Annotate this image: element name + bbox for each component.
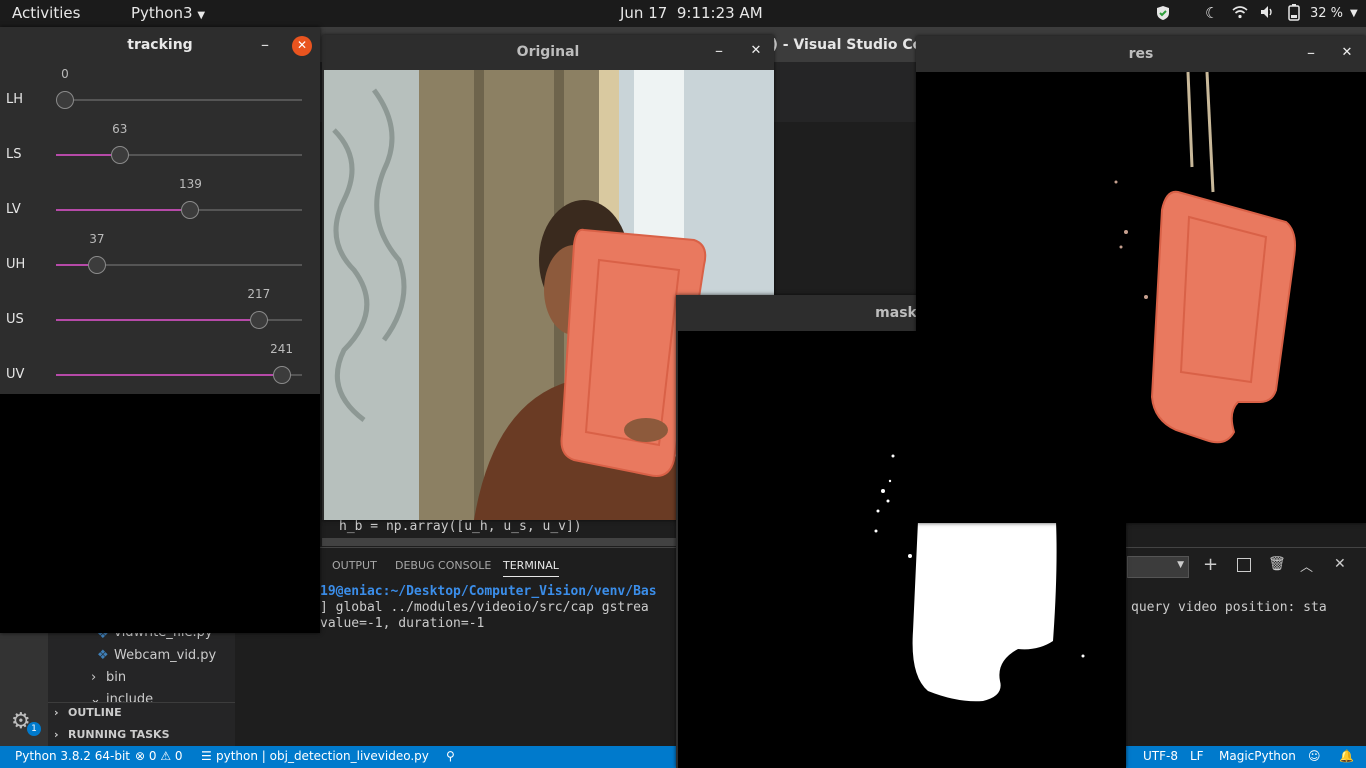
chevron-right-icon: ›: [54, 706, 59, 719]
slider-value: 241: [270, 342, 294, 356]
slider-value: 37: [89, 232, 105, 246]
chevron-down-icon: ▼: [1177, 560, 1184, 570]
slider-knob[interactable]: [56, 91, 74, 109]
slider-value: 0: [61, 67, 69, 81]
slider-label: US: [6, 312, 24, 327]
eol[interactable]: LF: [1190, 749, 1204, 763]
add-terminal-icon[interactable]: +: [1203, 554, 1218, 575]
top-bar: Activities Python3 ▼ Jun 17 9:11:23 AM ☾…: [0, 0, 1366, 27]
terminal-prompt: 19@eniac:~/Desktop/Computer_Vision/venv/…: [320, 584, 657, 599]
tracking-window[interactable]: tracking – ✕ LH 0 LS 63 LV 139 UH 37 US 217 UV 241: [0, 27, 320, 633]
terminal-line: value=-1, duration=-1: [320, 616, 485, 631]
slider-fill: [56, 374, 273, 376]
explorer-file[interactable]: Webcam_vid.py: [114, 648, 216, 663]
notification-badge: 1: [27, 722, 41, 736]
wifi-icon[interactable]: [1232, 5, 1248, 23]
python-interpreter[interactable]: Python 3.8.2 64-bit: [15, 749, 130, 763]
window-title: Original: [516, 44, 580, 60]
slider-value: 139: [178, 177, 202, 191]
outline-section[interactable]: OUTLINE: [68, 706, 122, 719]
tab-output[interactable]: OUTPUT: [332, 559, 377, 572]
app-menu[interactable]: Python3 ▼: [131, 4, 205, 22]
slider-label: UH: [6, 257, 26, 272]
result-image: [916, 72, 1366, 523]
date-label: Jun 17: [620, 4, 668, 22]
slider-knob[interactable]: [110, 146, 129, 164]
volume-icon[interactable]: [1260, 5, 1276, 23]
slider-value: 63: [112, 122, 128, 136]
slider-knob[interactable]: [249, 311, 268, 329]
terminal-line: ] global ../modules/videoio/src/cap gstr…: [320, 600, 649, 615]
close-button[interactable]: ✕: [1337, 43, 1357, 63]
close-panel-icon[interactable]: ✕: [1334, 556, 1346, 572]
explorer-folder[interactable]: bin: [106, 670, 126, 685]
chevron-right-icon: ›: [54, 728, 59, 741]
slider-fill: [56, 154, 111, 156]
slider-knob[interactable]: [272, 366, 291, 384]
bell-icon[interactable]: 🔔: [1339, 749, 1354, 763]
slider-fill: [56, 319, 250, 321]
chevron-down-icon[interactable]: ▼: [1350, 8, 1358, 19]
res-window[interactable]: res – ✕: [916, 36, 1366, 523]
tab-debug-console[interactable]: DEBUG CONSOLE: [395, 559, 491, 572]
chevron-right-icon: ›: [91, 670, 97, 685]
minimize-button[interactable]: –: [715, 41, 723, 60]
slider-knob[interactable]: [87, 256, 106, 274]
slider-label: LS: [6, 147, 22, 162]
slider-fill: [56, 209, 182, 211]
slider-label: UV: [6, 367, 25, 382]
slider-label: LH: [6, 92, 24, 107]
window-title: res: [1128, 46, 1154, 62]
battery-percent: 32 %: [1310, 6, 1344, 21]
shield-icon[interactable]: [1155, 5, 1171, 25]
chevron-up-icon[interactable]: ︿: [1300, 556, 1313, 575]
slider-fill: [56, 264, 88, 266]
running-tasks-section[interactable]: RUNNING TASKS: [68, 728, 170, 741]
slider-label: LV: [6, 202, 21, 217]
slider-value: 217: [247, 287, 271, 301]
clock[interactable]: Jun 17 9:11:23 AM: [620, 4, 763, 22]
tab-terminal[interactable]: TERMINAL: [503, 559, 559, 577]
terminal-select[interactable]: ▼: [1127, 556, 1189, 578]
chevron-down-icon: ▼: [197, 10, 206, 21]
minimize-button[interactable]: –: [1307, 43, 1315, 62]
close-button[interactable]: ✕: [292, 36, 312, 56]
activities-button[interactable]: Activities: [12, 4, 80, 22]
list-icon: ☰: [201, 749, 212, 763]
vscode-title: e) - Visual Studio Co: [762, 37, 923, 53]
split-terminal-icon[interactable]: [1237, 558, 1251, 572]
minimize-button[interactable]: –: [261, 35, 269, 54]
trash-icon[interactable]: 🗑: [1268, 556, 1286, 572]
language-mode[interactable]: MagicPython: [1219, 749, 1296, 763]
night-light-icon[interactable]: ☾: [1205, 4, 1218, 22]
terminal-line: query video position: sta: [1131, 600, 1327, 615]
git-icon[interactable]: ⚲: [446, 749, 455, 763]
battery-icon[interactable]: [1288, 4, 1300, 25]
close-button[interactable]: ✕: [746, 41, 766, 61]
app-menu-label: Python3: [131, 4, 193, 22]
active-file[interactable]: python | obj_detection_livevideo.py: [216, 749, 429, 763]
horizontal-scrollbar[interactable]: [322, 538, 676, 546]
feedback-icon[interactable]: ☺: [1308, 749, 1321, 763]
python-file-icon: ❖: [97, 648, 109, 663]
encoding[interactable]: UTF-8: [1143, 749, 1178, 763]
slider-track[interactable]: [56, 99, 302, 101]
problems-count[interactable]: ⊗ 0 ⚠ 0: [135, 749, 183, 763]
code-line: h_b = np.array([u_h, u_s, u_v]): [339, 519, 582, 534]
window-title: tracking: [127, 37, 193, 53]
time-label: 9:11:23 AM: [676, 4, 763, 22]
